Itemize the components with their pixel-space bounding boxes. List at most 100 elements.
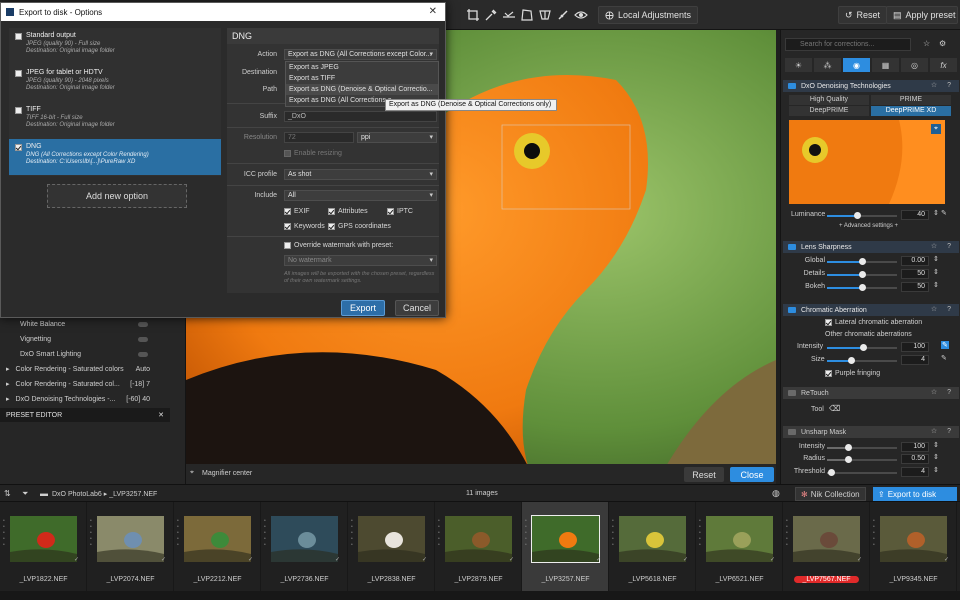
viewer-close-button[interactable]: Close	[730, 467, 774, 482]
dialog-title-bar[interactable]: Export to disk - Options ✕	[1, 3, 445, 21]
lens-row-value[interactable]: 0.00	[901, 256, 929, 266]
lens-row-value[interactable]: 50	[901, 282, 929, 292]
lateral-checkbox[interactable]: Lateral chromatic aberration	[825, 319, 922, 326]
nik-collection-button[interactable]: ✻ Nik Collection	[795, 487, 866, 501]
unsharp-row-value[interactable]: 4	[901, 467, 929, 477]
enable-resizing-checkbox[interactable]: Enable resizing	[284, 150, 342, 157]
local-tab-icon[interactable]: ◎	[901, 58, 928, 72]
volume-deformation-icon[interactable]	[538, 8, 552, 22]
rating-dots[interactable]: • • • • •	[699, 518, 701, 548]
luminance-slider[interactable]	[827, 212, 897, 219]
checkbox[interactable]	[15, 33, 22, 40]
pipette-icon[interactable]: ✎	[941, 341, 949, 349]
toggle-icon[interactable]	[138, 336, 148, 342]
checkbox[interactable]	[15, 70, 22, 77]
checkbox[interactable]	[15, 144, 22, 151]
purple-fringing-checkbox[interactable]: Purple fringing	[825, 370, 880, 377]
stepper-icon[interactable]: ⇕	[933, 281, 939, 289]
header-icons[interactable]: ☆ ?	[931, 388, 955, 396]
unsharp-row-value[interactable]: 0.50	[901, 454, 929, 464]
sort-icon[interactable]: ⇅	[4, 489, 11, 498]
mode-prime[interactable]: PRIME	[871, 95, 951, 105]
header-icons[interactable]: ☆ ?	[931, 427, 955, 435]
attributes-checkbox[interactable]: Attributes	[328, 208, 368, 215]
unsharp-header[interactable]: Unsharp Mask ☆ ?	[783, 426, 959, 438]
effects-tab-icon[interactable]: fx	[930, 58, 957, 72]
cancel-button[interactable]: Cancel	[395, 300, 439, 316]
action-dropdown[interactable]: Export as DNG (All Corrections except Co…	[284, 49, 437, 60]
lens-row-value[interactable]: 50	[901, 269, 929, 279]
size-slider[interactable]	[827, 357, 897, 364]
crop-icon[interactable]	[466, 8, 480, 22]
export-option-item[interactable]: JPEG for tablet or HDTV JPEG (quality 90)…	[9, 65, 221, 101]
retouch-header[interactable]: ReTouch ☆ ?	[783, 387, 959, 399]
rating-dots[interactable]: • • • • •	[612, 518, 614, 548]
menu-item[interactable]: Export as JPEG	[286, 62, 438, 73]
luminance-value[interactable]: 40	[901, 210, 929, 220]
search-input[interactable]: Search for corrections...	[785, 38, 911, 51]
settings-icon[interactable]: ⚙	[939, 39, 946, 48]
rating-dots[interactable]: • • • • •	[3, 518, 5, 548]
rating-dots[interactable]: • • • • •	[351, 518, 353, 548]
filmstrip-thumbnail[interactable]: • • • • • ✓ _LVP2212.NEF	[174, 502, 261, 591]
size-value[interactable]: 4	[901, 355, 929, 365]
intensity-value[interactable]: 100	[901, 342, 929, 352]
local-adjustments-button[interactable]: Local Adjustments	[598, 6, 699, 24]
preset-row[interactable]: DxO Smart Lighting	[6, 347, 156, 361]
lens-row-slider[interactable]	[827, 271, 897, 278]
apply-preset-button[interactable]: ▤ Apply preset	[886, 6, 958, 24]
watermark-dropdown[interactable]: No watermark	[284, 255, 437, 266]
preset-row[interactable]: ▸ Color Rendering - Saturated colors Auto	[6, 362, 156, 376]
enable-toggle[interactable]	[788, 83, 796, 89]
stepper-icon[interactable]: ⇕	[933, 466, 939, 474]
repair-icon[interactable]	[556, 8, 570, 22]
rating-dots[interactable]: • • • • •	[264, 518, 266, 548]
menu-item[interactable]: Export as TIFF	[286, 73, 438, 84]
rating-dots[interactable]: • • • • •	[873, 518, 875, 548]
horizon-icon[interactable]	[502, 8, 516, 22]
enable-toggle[interactable]	[788, 429, 796, 435]
star-icon[interactable]: ☆	[923, 39, 930, 48]
pipette-icon[interactable]: ✎	[941, 209, 947, 217]
expand-icon[interactable]: ▸	[6, 380, 10, 388]
toggle-icon[interactable]	[138, 321, 148, 327]
close-icon[interactable]: ✕	[429, 6, 437, 17]
header-icons[interactable]: ☆ ?	[931, 305, 955, 313]
filmstrip-thumbnail[interactable]: • • • • • ✓ _LVP9345.NEF	[870, 502, 957, 591]
filmstrip-thumbnail[interactable]: • • • • • ✓ _LVP6521.NEF	[696, 502, 783, 591]
export-button[interactable]: Export	[341, 300, 385, 316]
checkbox[interactable]	[15, 107, 22, 114]
export-option-item[interactable]: Standard output JPEG (quality 90) - Full …	[9, 28, 221, 64]
viewer-reset-button[interactable]: Reset	[684, 467, 724, 482]
exif-checkbox[interactable]: EXIF	[284, 208, 310, 215]
magnifier-icon[interactable]: ⌖	[190, 469, 194, 477]
header-icons[interactable]: ☆ ?	[931, 81, 955, 89]
filmstrip-thumbnail[interactable]: • • • • • ✓ _LVP2736.NEF	[261, 502, 348, 591]
breadcrumb[interactable]: DxO PhotoLab6 ▸ _LVP3257.NEF	[52, 490, 157, 498]
export-to-disk-button[interactable]: ⇪ Export to disk	[873, 487, 957, 501]
color-tab-icon[interactable]: ⁂	[814, 58, 841, 72]
resolution-unit-dropdown[interactable]: ppi	[357, 132, 437, 143]
keywords-checkbox[interactable]: Keywords	[284, 223, 325, 230]
mode-deepprime-xd[interactable]: DeepPRIME XD	[871, 106, 951, 116]
filmstrip-thumbnail[interactable]: • • • • • ✓ _LVP3257.NEF	[522, 502, 609, 591]
icc-dropdown[interactable]: As shot	[284, 169, 437, 180]
filmstrip-thumbnail[interactable]: • • • • • ✓ _LVP5618.NEF	[609, 502, 696, 591]
filmstrip-thumbnail[interactable]: • • • • • ✓ _LVP2838.NEF	[348, 502, 435, 591]
rating-dots[interactable]: • • • • •	[90, 518, 92, 548]
preset-row[interactable]: Vignetting	[6, 332, 156, 346]
eraser-icon[interactable]: ⌫	[829, 404, 840, 413]
reset-button[interactable]: ↺ Reset	[838, 6, 888, 24]
eyedropper-icon[interactable]	[484, 8, 498, 22]
stepper-icon[interactable]: ⇕	[933, 255, 939, 263]
toggle-icon[interactable]	[138, 351, 148, 357]
menu-item[interactable]: Export as DNG (Denoise & Optical Correct…	[286, 84, 438, 95]
enable-toggle[interactable]	[788, 390, 796, 396]
lens-row-slider[interactable]	[827, 284, 897, 291]
filter-icon[interactable]: ⏷	[22, 489, 28, 499]
rating-dots[interactable]: • • • • •	[177, 518, 179, 548]
suffix-input[interactable]: _DxO	[284, 111, 437, 122]
perspective-icon[interactable]	[520, 8, 534, 22]
eye-icon[interactable]	[574, 8, 588, 22]
folder-icon[interactable]: ▬	[40, 489, 48, 498]
